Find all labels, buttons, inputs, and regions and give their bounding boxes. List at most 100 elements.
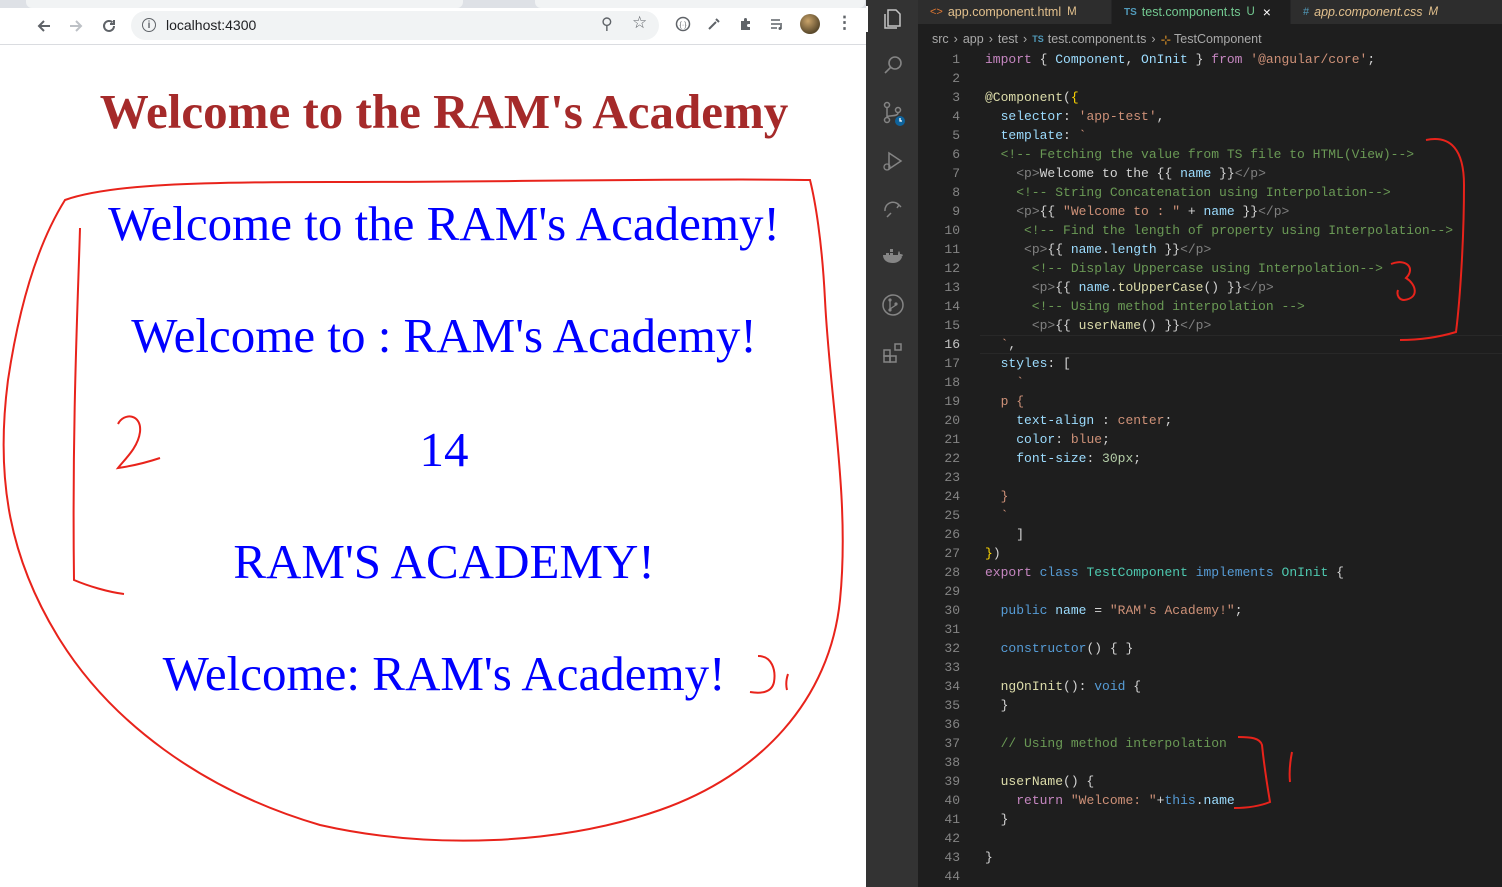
code-line[interactable]: }	[985, 487, 1009, 506]
line-number: 29	[944, 584, 960, 599]
browser-tab[interactable]	[26, 0, 463, 8]
code-line[interactable]: p {	[985, 392, 1024, 411]
extensions-icon[interactable]	[880, 340, 906, 366]
address-bar[interactable]: i localhost:4300 ⚲ ☆	[131, 11, 659, 40]
chevron-right-icon: ›	[953, 32, 958, 46]
line-number: 13	[944, 280, 960, 295]
line-number: 18	[944, 375, 960, 390]
line-number: 31	[944, 622, 960, 637]
more-menu-icon[interactable]: ⋮	[836, 13, 853, 33]
profile-avatar[interactable]	[800, 14, 820, 34]
code-line[interactable]: })	[985, 544, 1001, 563]
code-line[interactable]: }	[985, 810, 1009, 829]
line-number: 3	[952, 90, 960, 105]
tab-test-component-ts[interactable]: TS test.component.ts U ×	[1112, 0, 1290, 24]
back-button[interactable]	[32, 14, 56, 38]
html-file-icon: <>	[930, 6, 943, 18]
code-line[interactable]: export class TestComponent implements On…	[985, 563, 1344, 582]
code-line[interactable]: <p>{{ userName() }}</p>	[985, 316, 1211, 335]
source-control-icon[interactable]	[880, 100, 906, 126]
code-line[interactable]: font-size: 30px;	[985, 449, 1141, 468]
code-line[interactable]: }	[985, 696, 1009, 715]
tab-app-component-html[interactable]: <> app.component.html M	[918, 0, 1111, 24]
forward-button[interactable]	[64, 14, 88, 38]
activity-bar	[866, 0, 918, 887]
code-line[interactable]: public name = "RAM's Academy!";	[985, 601, 1243, 620]
code-line[interactable]: // Using method interpolation	[985, 734, 1227, 753]
zoom-icon[interactable]: ⚲	[601, 14, 613, 34]
line-number: 25	[944, 508, 960, 523]
extension-icon[interactable]: {·}	[675, 16, 691, 36]
breadcrumb-item[interactable]: src	[932, 32, 949, 46]
code-line[interactable]: <!-- Find the length of property using I…	[985, 221, 1453, 240]
code-line[interactable]: <p>{{ "Welcome to : " + name }}</p>	[985, 202, 1289, 221]
line-number: 19	[944, 394, 960, 409]
line-number: 2	[952, 71, 960, 86]
arrow-left-icon	[37, 20, 50, 32]
code-area[interactable]: 1 import { Component, OnInit } from '@ang…	[918, 49, 1502, 887]
line-number: 22	[944, 451, 960, 466]
line-number: 5	[952, 128, 960, 143]
code-line[interactable]: }	[985, 848, 993, 867]
line-number: 28	[944, 565, 960, 580]
code-line[interactable]: ngOnInit(): void {	[985, 677, 1141, 696]
line-number: 37	[944, 736, 960, 751]
line-number: 14	[944, 299, 960, 314]
line-number: 12	[944, 261, 960, 276]
method-paragraph: Welcome: RAM's Academy!	[162, 646, 726, 701]
svg-text:{·}: {·}	[679, 22, 687, 29]
code-line[interactable]: import { Component, OnInit } from '@angu…	[985, 50, 1375, 69]
code-line[interactable]: userName() {	[985, 772, 1095, 791]
code-line[interactable]: selector: 'app-test',	[985, 107, 1165, 126]
code-line[interactable]: <p>Welcome to the {{ name }}</p>	[985, 164, 1266, 183]
line-number: 43	[944, 850, 960, 865]
line-number: 26	[944, 527, 960, 542]
reload-button[interactable]	[97, 14, 121, 38]
breadcrumb-item[interactable]: app	[963, 32, 984, 46]
docker-icon[interactable]	[880, 244, 906, 270]
code-editor-window: <> app.component.html M TS test.componen…	[866, 0, 1502, 887]
eyedropper-icon[interactable]	[706, 16, 722, 36]
current-line-highlight	[980, 335, 1502, 354]
bookmark-star-icon[interactable]: ☆	[632, 13, 647, 33]
tab-badge: M	[1067, 6, 1077, 18]
tab-app-component-css[interactable]: # app.component.css M	[1291, 0, 1502, 24]
remote-explorer-icon[interactable]	[880, 196, 906, 222]
code-line[interactable]: `	[985, 506, 1009, 525]
explorer-files-icon[interactable]	[880, 6, 906, 32]
search-icon[interactable]	[880, 52, 906, 78]
code-line[interactable]: constructor() { }	[985, 639, 1134, 658]
close-tab-icon[interactable]: ×	[1263, 4, 1271, 20]
breadcrumb-item[interactable]: test	[998, 32, 1018, 46]
extensions-puzzle-icon[interactable]	[738, 16, 754, 36]
code-line[interactable]: `	[985, 373, 1024, 392]
git-graph-icon[interactable]	[880, 292, 906, 318]
line-number: 32	[944, 641, 960, 656]
media-queue-icon[interactable]	[769, 16, 785, 36]
code-line[interactable]: <!-- Display Uppercase using Interpolati…	[985, 259, 1383, 278]
line-number: 20	[944, 413, 960, 428]
code-line[interactable]: @Component({	[985, 88, 1079, 107]
run-debug-icon[interactable]	[880, 148, 906, 174]
browser-tab[interactable]	[535, 0, 865, 8]
code-line[interactable]: <!-- Fetching the value from TS file to …	[985, 145, 1414, 164]
site-info-icon[interactable]: i	[142, 18, 156, 32]
line-number: 30	[944, 603, 960, 618]
code-line[interactable]: <p>{{ name.toUpperCase() }}</p>	[985, 278, 1274, 297]
tab-label: test.component.ts	[1141, 5, 1241, 19]
code-line[interactable]: <p>{{ name.length }}</p>	[985, 240, 1211, 259]
breadcrumb: src › app › test › TS test.component.ts …	[918, 29, 1502, 49]
code-line[interactable]: template: `	[985, 126, 1087, 145]
code-line[interactable]: return "Welcome: "+this.name	[985, 791, 1235, 810]
code-line[interactable]: <!-- String Concatenation using Interpol…	[985, 183, 1390, 202]
code-line[interactable]: styles: [	[985, 354, 1071, 373]
breadcrumb-item[interactable]: TestComponent	[1174, 32, 1262, 46]
breadcrumb-item[interactable]: test.component.ts	[1048, 32, 1147, 46]
line-number: 38	[944, 755, 960, 770]
line-number: 36	[944, 717, 960, 732]
code-line[interactable]: text-align : center;	[985, 411, 1172, 430]
code-line[interactable]: `,	[985, 335, 1017, 354]
code-line[interactable]: ]	[985, 525, 1024, 544]
code-line[interactable]: <!-- Using method interpolation -->	[985, 297, 1305, 316]
code-line[interactable]: color: blue;	[985, 430, 1110, 449]
